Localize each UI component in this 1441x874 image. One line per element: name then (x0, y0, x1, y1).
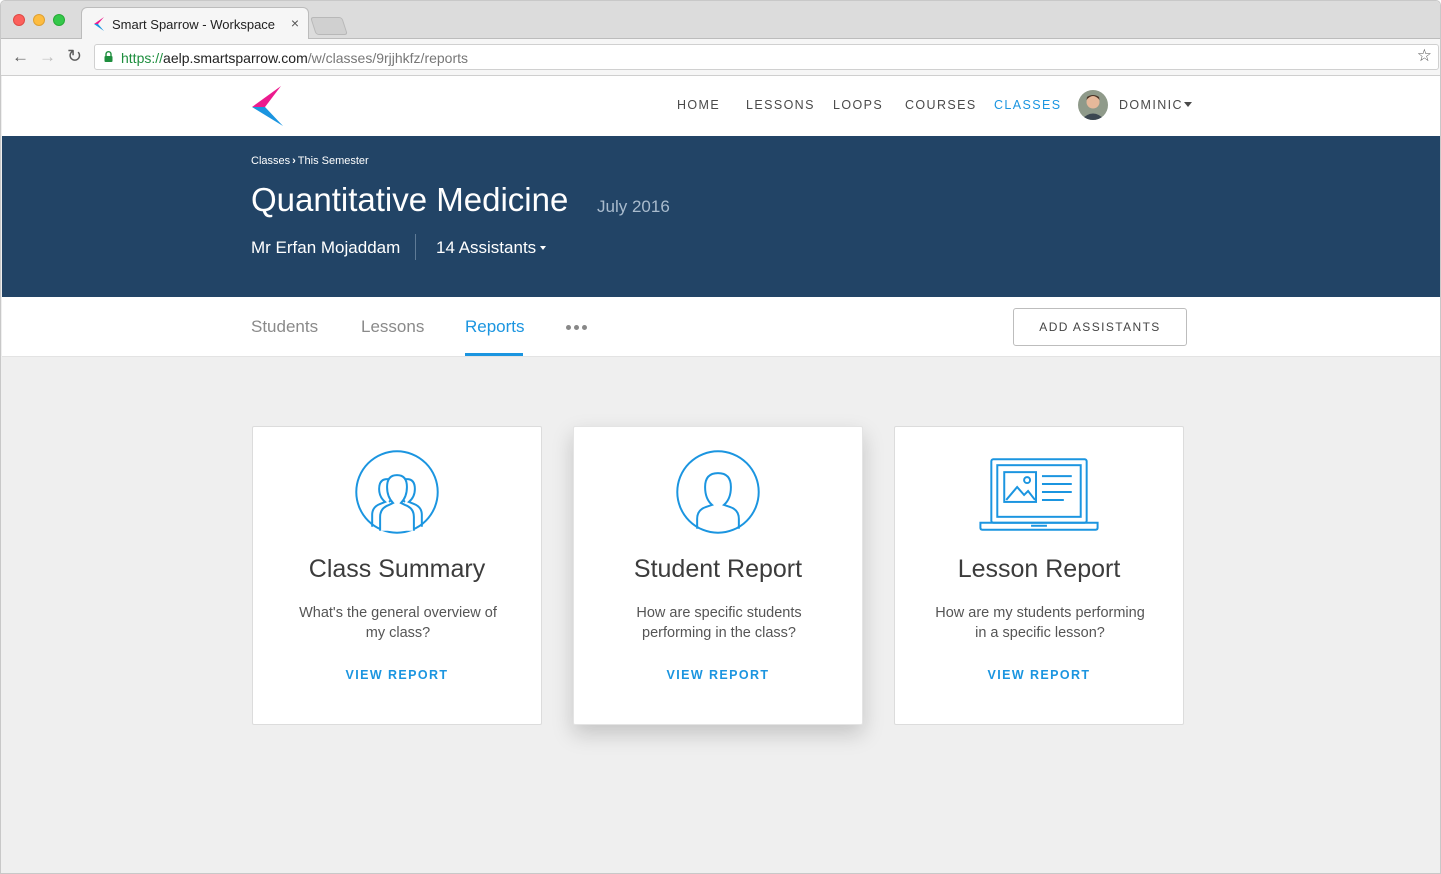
smart-sparrow-logo[interactable] (251, 86, 283, 126)
url-host: aelp.smartsparrow.com (163, 50, 308, 66)
group-icon (355, 450, 439, 534)
lesson-report-card[interactable]: Lesson Report How are my students perfor… (894, 426, 1184, 725)
tab-reports[interactable]: Reports (465, 317, 525, 337)
bookmark-star-icon[interactable]: ☆ (1417, 46, 1432, 66)
tab-students[interactable]: Students (251, 317, 318, 337)
class-date: July 2016 (597, 197, 670, 216)
card-description: How are my students performing in a spec… (935, 605, 1145, 641)
breadcrumb-this-semester[interactable]: This Semester (298, 155, 369, 167)
close-window-button[interactable] (13, 14, 25, 26)
reports-content: Class Summary What's the general overvie… (2, 357, 1440, 873)
laptop-lesson-icon (979, 458, 1099, 531)
user-menu[interactable]: DOMINIC (1119, 98, 1183, 112)
view-report-link[interactable]: VIEW REPORT (574, 668, 862, 682)
nav-loops[interactable]: LOOPS (833, 98, 883, 112)
caret-down-icon[interactable] (540, 246, 546, 250)
tab-strip: Smart Sparrow - Workspace × (1, 1, 1440, 40)
lock-icon (104, 51, 113, 62)
nav-home[interactable]: HOME (677, 98, 720, 112)
url-scheme: https:// (121, 50, 164, 66)
browser-toolbar: ← → ↻ https://aelp.smartsparrow.com/w/cl… (1, 39, 1440, 76)
reload-icon[interactable]: ↻ (67, 46, 82, 67)
page-title: Quantitative Medicine (251, 181, 569, 218)
class-summary-card[interactable]: Class Summary What's the general overvie… (252, 426, 542, 725)
nav-classes[interactable]: CLASSES (994, 98, 1061, 112)
tab-title: Smart Sparrow - Workspace (112, 17, 276, 32)
back-icon[interactable]: ← (12, 47, 29, 67)
maximize-window-button[interactable] (53, 14, 65, 26)
breadcrumb-classes[interactable]: Classes (251, 155, 290, 167)
teacher-name: Mr Erfan Mojaddam (251, 238, 401, 257)
url-path: /w/classes/9rjjhkfz/reports (307, 50, 469, 66)
tabs-bar: Students Lessons Reports ADD ASSISTANTS (2, 297, 1440, 357)
avatar[interactable] (1078, 90, 1108, 120)
active-tab-indicator (465, 353, 523, 356)
add-assistants-button[interactable]: ADD ASSISTANTS (1013, 308, 1187, 346)
new-tab-button[interactable] (310, 17, 348, 35)
url-text[interactable]: https://aelp.smartsparrow.com/w/classes/… (121, 50, 468, 66)
card-title: Class Summary (308, 555, 486, 583)
app-header: HOME LESSONS LOOPS COURSES CLASSES DOMIN… (2, 76, 1440, 136)
nav-lessons[interactable]: LESSONS (746, 98, 815, 112)
browser-window: Smart Sparrow - Workspace × ← → ↻ https:… (0, 0, 1441, 874)
breadcrumb: Classes › This Semester (251, 155, 369, 167)
browser-tab[interactable]: Smart Sparrow - Workspace × (81, 7, 309, 40)
student-report-card[interactable]: Student Report How are specific students… (573, 426, 863, 725)
view-report-link[interactable]: VIEW REPORT (253, 668, 541, 682)
view-report-link[interactable]: VIEW REPORT (895, 668, 1183, 682)
address-bar[interactable]: https://aelp.smartsparrow.com/w/classes/… (94, 44, 1439, 70)
divider (415, 234, 416, 260)
tab-lessons[interactable]: Lessons (361, 317, 424, 337)
assistants-dropdown[interactable]: 14 Assistants (436, 238, 536, 258)
close-tab-icon[interactable]: × (291, 15, 299, 31)
chevron-right-icon: › (292, 155, 296, 167)
forward-icon[interactable]: → (39, 47, 56, 67)
more-options-icon[interactable] (566, 325, 590, 331)
nav-courses[interactable]: COURSES (905, 98, 977, 112)
minimize-window-button[interactable] (33, 14, 45, 26)
card-description: What's the general overview of my class? (299, 605, 497, 641)
favicon-icon (94, 17, 104, 31)
class-banner: Classes › This Semester Quantitative Medic… (2, 136, 1440, 297)
card-title: Student Report (633, 555, 803, 583)
card-description: How are specific students performing in … (636, 605, 802, 641)
card-title: Lesson Report (957, 555, 1121, 583)
caret-down-icon[interactable] (1184, 102, 1192, 107)
person-icon (676, 450, 760, 534)
